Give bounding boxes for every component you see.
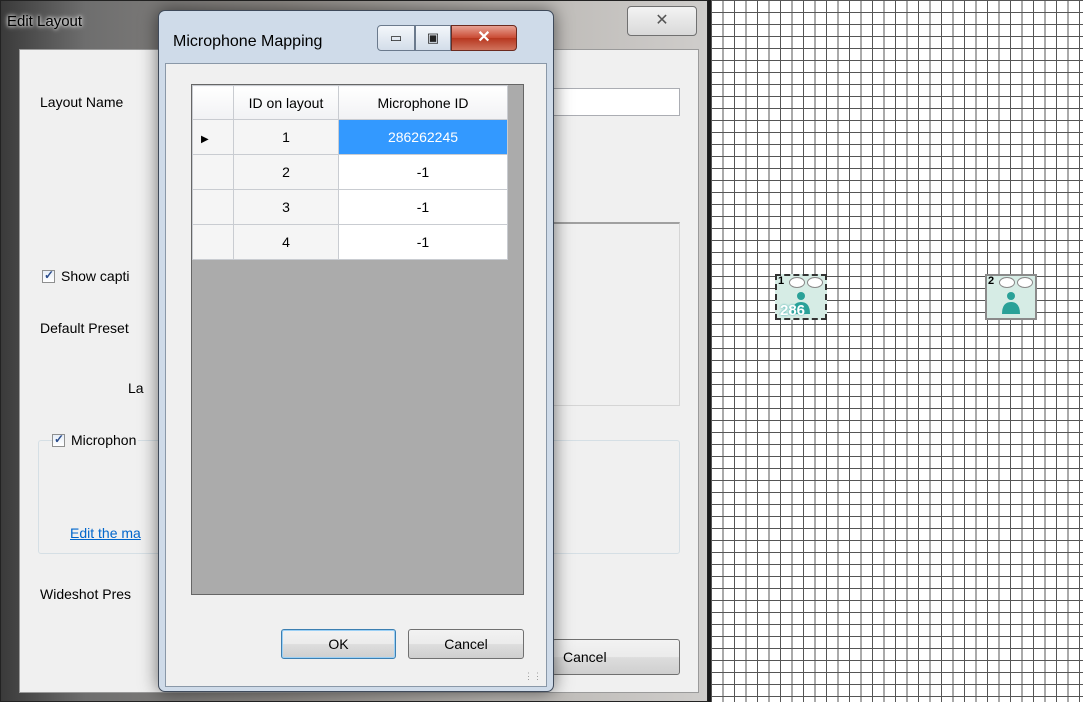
layout-id-cell[interactable]: 3	[233, 189, 339, 225]
maximize-icon: ▣	[426, 30, 440, 45]
person-icon	[1002, 292, 1020, 314]
node-number: 1	[778, 275, 785, 287]
checkbox-checked-icon	[42, 268, 55, 283]
dialog-client: ID on layout Microphone ID ▶ 1 286262245…	[165, 63, 547, 687]
microphone-node-2[interactable]: 2	[985, 274, 1037, 320]
edit-layout-title: Edit Layout	[7, 13, 83, 30]
close-button[interactable]: ✕	[451, 25, 517, 51]
microphone-id-cell[interactable]: -1	[338, 224, 508, 260]
ear-icon	[1017, 277, 1033, 288]
ear-icon	[807, 277, 823, 288]
ear-icon	[999, 277, 1015, 288]
minimize-icon: ▭	[389, 30, 403, 45]
show-caption-label: Show capti	[61, 268, 130, 284]
table-row[interactable]: 3 -1	[192, 189, 508, 225]
microphone-id-cell[interactable]: -1	[338, 189, 508, 225]
edit-layout-cancel-button[interactable]: Cancel	[552, 639, 680, 675]
mapping-table: ID on layout Microphone ID ▶ 1 286262245…	[192, 85, 508, 260]
ear-icon	[789, 277, 805, 288]
node-id-text: 286	[780, 302, 806, 319]
default-preset-label: Default Preset	[40, 320, 129, 336]
show-caption-checkbox[interactable]: Show capti	[42, 268, 129, 284]
row-header[interactable]	[192, 154, 234, 190]
microphone-id-cell[interactable]: -1	[338, 154, 508, 190]
minimize-button[interactable]: ▭	[377, 25, 415, 51]
mapping-grid[interactable]: ID on layout Microphone ID ▶ 1 286262245…	[191, 84, 524, 595]
checkbox-checked-icon	[52, 432, 65, 447]
layout-id-cell[interactable]: 4	[233, 224, 339, 260]
current-row-arrow-icon: ▶	[201, 134, 209, 145]
column-header-microphone-id[interactable]: Microphone ID	[338, 85, 508, 120]
resize-grip-icon[interactable]: ⋮⋮	[524, 671, 542, 682]
table-row[interactable]: 2 -1	[192, 154, 508, 190]
microphone-node-1[interactable]: 1 286	[775, 274, 827, 320]
layout-id-cell[interactable]: 1	[233, 119, 339, 155]
edit-mapping-link[interactable]: Edit the ma	[70, 525, 141, 541]
row-header[interactable]	[192, 224, 234, 260]
column-header-layout-id[interactable]: ID on layout	[233, 85, 339, 120]
row-header[interactable]	[192, 189, 234, 225]
header-corner	[192, 85, 234, 120]
edit-layout-close-button[interactable]: ✕	[627, 6, 697, 36]
table-row[interactable]: 4 -1	[192, 224, 508, 260]
header-row: ID on layout Microphone ID	[192, 85, 508, 120]
layout-preview-box	[540, 222, 680, 406]
microphone-mapping-dialog: Microphone Mapping ▭ ▣ ✕ ID on layout Mi…	[158, 10, 554, 692]
close-icon: ✕	[477, 29, 491, 46]
layout-name-label: Layout Name	[40, 94, 124, 110]
microphone-label: Microphon	[71, 432, 137, 448]
close-icon: ✕	[655, 12, 669, 29]
row-header[interactable]: ▶	[192, 119, 234, 155]
microphone-checkbox[interactable]: Microphon	[52, 432, 139, 448]
dialog-title: Microphone Mapping	[173, 33, 323, 50]
layout-field-label: La	[128, 380, 144, 396]
ok-button[interactable]: OK	[281, 629, 396, 659]
table-row[interactable]: ▶ 1 286262245	[192, 119, 508, 155]
layout-name-input[interactable]	[550, 88, 680, 116]
maximize-button[interactable]: ▣	[415, 25, 451, 51]
wideshot-preset-label: Wideshot Pres	[40, 586, 132, 602]
node-number: 2	[988, 275, 995, 287]
cancel-button[interactable]: Cancel	[408, 629, 524, 659]
layout-grid-canvas[interactable]: 1 286 2	[708, 0, 1083, 702]
microphone-id-cell[interactable]: 286262245	[338, 119, 508, 155]
layout-id-cell[interactable]: 2	[233, 154, 339, 190]
